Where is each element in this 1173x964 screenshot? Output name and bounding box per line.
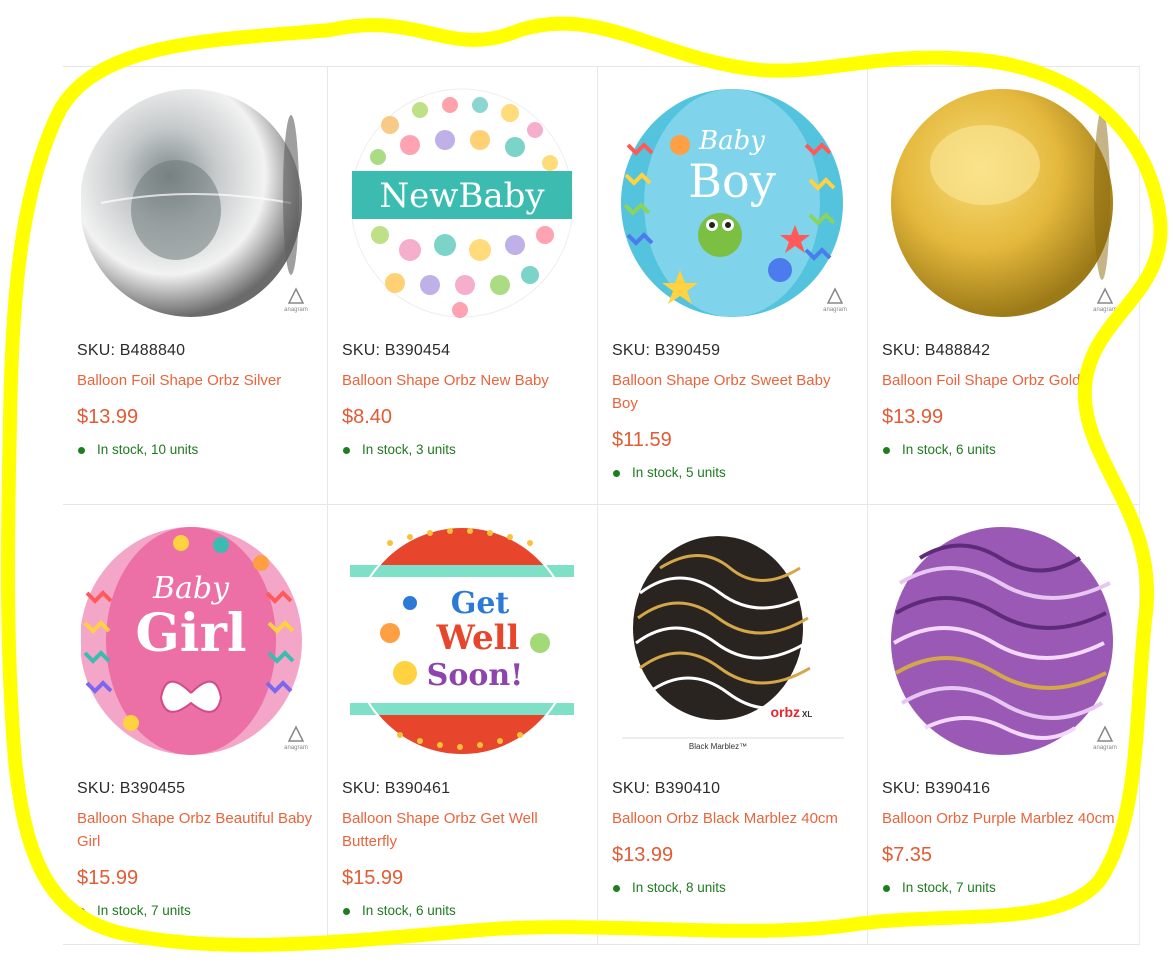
product-image[interactable]: Baby Boy anagram (620, 85, 847, 319)
product-card[interactable]: anagram SKU: B488840 Balloon Foil Shape … (63, 67, 328, 505)
svg-text:anagram: anagram (1093, 745, 1117, 751)
product-card[interactable]: Baby Girl anagram SKU: B390455 Balloon S… (63, 505, 328, 945)
product-name-link[interactable]: Balloon Shape Orbz Sweet Baby Boy (612, 369, 853, 415)
product-card[interactable]: Get Well Soon! SKU: B390461 Balloon Shap… (328, 505, 598, 945)
anagram-logo: anagram (1090, 285, 1120, 315)
product-sku: SKU: B488840 (77, 342, 186, 359)
svg-text:Soon!: Soon! (427, 658, 524, 693)
svg-text:Get: Get (451, 586, 510, 621)
svg-text:Baby: Baby (698, 126, 765, 156)
product-price: $13.99 (77, 406, 139, 428)
product-name-link[interactable]: Balloon Orbz Purple Marblez 40cm (882, 807, 1125, 830)
anagram-logo: anagram (820, 285, 850, 315)
product-image[interactable]: NewBaby (350, 85, 574, 319)
product-image[interactable]: orbz XL Black Marblez™ (620, 523, 844, 757)
svg-text:anagram: anagram (823, 307, 847, 313)
svg-text:Girl: Girl (135, 603, 246, 664)
product-image[interactable]: anagram (890, 85, 1117, 319)
stock-status: In stock, 5 units (612, 464, 853, 482)
product-sku: SKU: B488842 (882, 342, 991, 359)
svg-text:anagram: anagram (284, 745, 308, 751)
svg-text:Boy: Boy (688, 154, 776, 208)
product-name-link[interactable]: Balloon Foil Shape Orbz Gold (882, 369, 1125, 392)
product-name-link[interactable]: Balloon Foil Shape Orbz Silver (77, 369, 313, 392)
stock-dot-icon (613, 884, 620, 892)
product-sku: SKU: B390459 (612, 342, 721, 359)
anagram-logo: anagram (281, 723, 311, 753)
product-price: $11.59 (612, 429, 672, 451)
stock-dot-icon (78, 446, 85, 454)
product-name-link[interactable]: Balloon Shape Orbz Get Well Butterfly (342, 807, 583, 853)
product-card[interactable]: anagram SKU: B390416 Balloon Orbz Purple… (868, 505, 1139, 945)
stock-status: In stock, 7 units (882, 879, 1125, 897)
product-sku: SKU: B390461 (342, 780, 451, 797)
product-card[interactable]: orbz XL Black Marblez™ SKU: B390410 Ball… (598, 505, 868, 945)
product-name-link[interactable]: Balloon Orbz Black Marblez 40cm (612, 807, 853, 830)
stock-dot-icon (613, 469, 620, 477)
product-price: $7.35 (882, 844, 933, 866)
stock-status: In stock, 7 units (77, 902, 313, 920)
product-sku: SKU: B390410 (612, 780, 721, 797)
svg-text:anagram: anagram (1093, 307, 1117, 313)
stock-text: In stock, 6 units (362, 903, 456, 918)
product-image[interactable]: anagram (81, 85, 308, 319)
anagram-logo: anagram (281, 285, 311, 315)
stock-text: In stock, 8 units (632, 880, 726, 895)
stock-dot-icon (883, 446, 890, 454)
product-name-link[interactable]: Balloon Shape Orbz New Baby (342, 369, 583, 392)
stock-dot-icon (883, 884, 890, 892)
svg-text:Black Marblez™: Black Marblez™ (689, 742, 747, 751)
stock-status: In stock, 3 units (342, 441, 583, 459)
anagram-logo: anagram (1090, 723, 1120, 753)
stock-status: In stock, 6 units (882, 441, 1125, 459)
stock-text: In stock, 5 units (632, 465, 726, 480)
product-name-link[interactable]: Balloon Shape Orbz Beautiful Baby Girl (77, 807, 313, 853)
stock-text: In stock, 6 units (902, 442, 996, 457)
stock-status: In stock, 6 units (342, 902, 583, 920)
product-sku: SKU: B390455 (77, 780, 186, 797)
product-price: $13.99 (612, 844, 674, 866)
stock-status: In stock, 10 units (77, 441, 313, 459)
svg-text:orbz: orbz (770, 704, 800, 720)
svg-text:Baby: Baby (152, 571, 230, 606)
product-sku: SKU: B390454 (342, 342, 451, 359)
product-card[interactable]: anagram SKU: B488842 Balloon Foil Shape … (868, 67, 1139, 505)
stock-status: In stock, 8 units (612, 879, 853, 897)
product-image[interactable]: Baby Girl anagram (81, 523, 308, 757)
svg-text:NewBaby: NewBaby (379, 176, 545, 216)
product-price: $13.99 (882, 406, 944, 428)
product-sku: SKU: B390416 (882, 780, 991, 797)
stock-dot-icon (343, 907, 350, 915)
svg-text:XL: XL (802, 710, 812, 719)
product-price: $8.40 (342, 406, 393, 428)
product-image[interactable]: Get Well Soon! (350, 523, 574, 757)
product-grid: anagram SKU: B488840 Balloon Foil Shape … (63, 66, 1140, 945)
stock-text: In stock, 7 units (902, 880, 996, 895)
product-price: $15.99 (342, 867, 404, 889)
product-card[interactable]: NewBaby SKU: B390454 Balloon Shape Orbz … (328, 67, 598, 505)
product-card[interactable]: Baby Boy anagram SKU: B390459 Balloon Sh… (598, 67, 868, 505)
stock-dot-icon (78, 907, 85, 915)
stock-text: In stock, 7 units (97, 903, 191, 918)
product-price: $15.99 (77, 867, 139, 889)
product-image[interactable]: anagram (890, 523, 1117, 757)
svg-text:anagram: anagram (284, 307, 308, 313)
stock-text: In stock, 3 units (362, 442, 456, 457)
stock-text: In stock, 10 units (97, 442, 199, 457)
svg-text:Well: Well (436, 618, 520, 658)
stock-dot-icon (343, 446, 350, 454)
